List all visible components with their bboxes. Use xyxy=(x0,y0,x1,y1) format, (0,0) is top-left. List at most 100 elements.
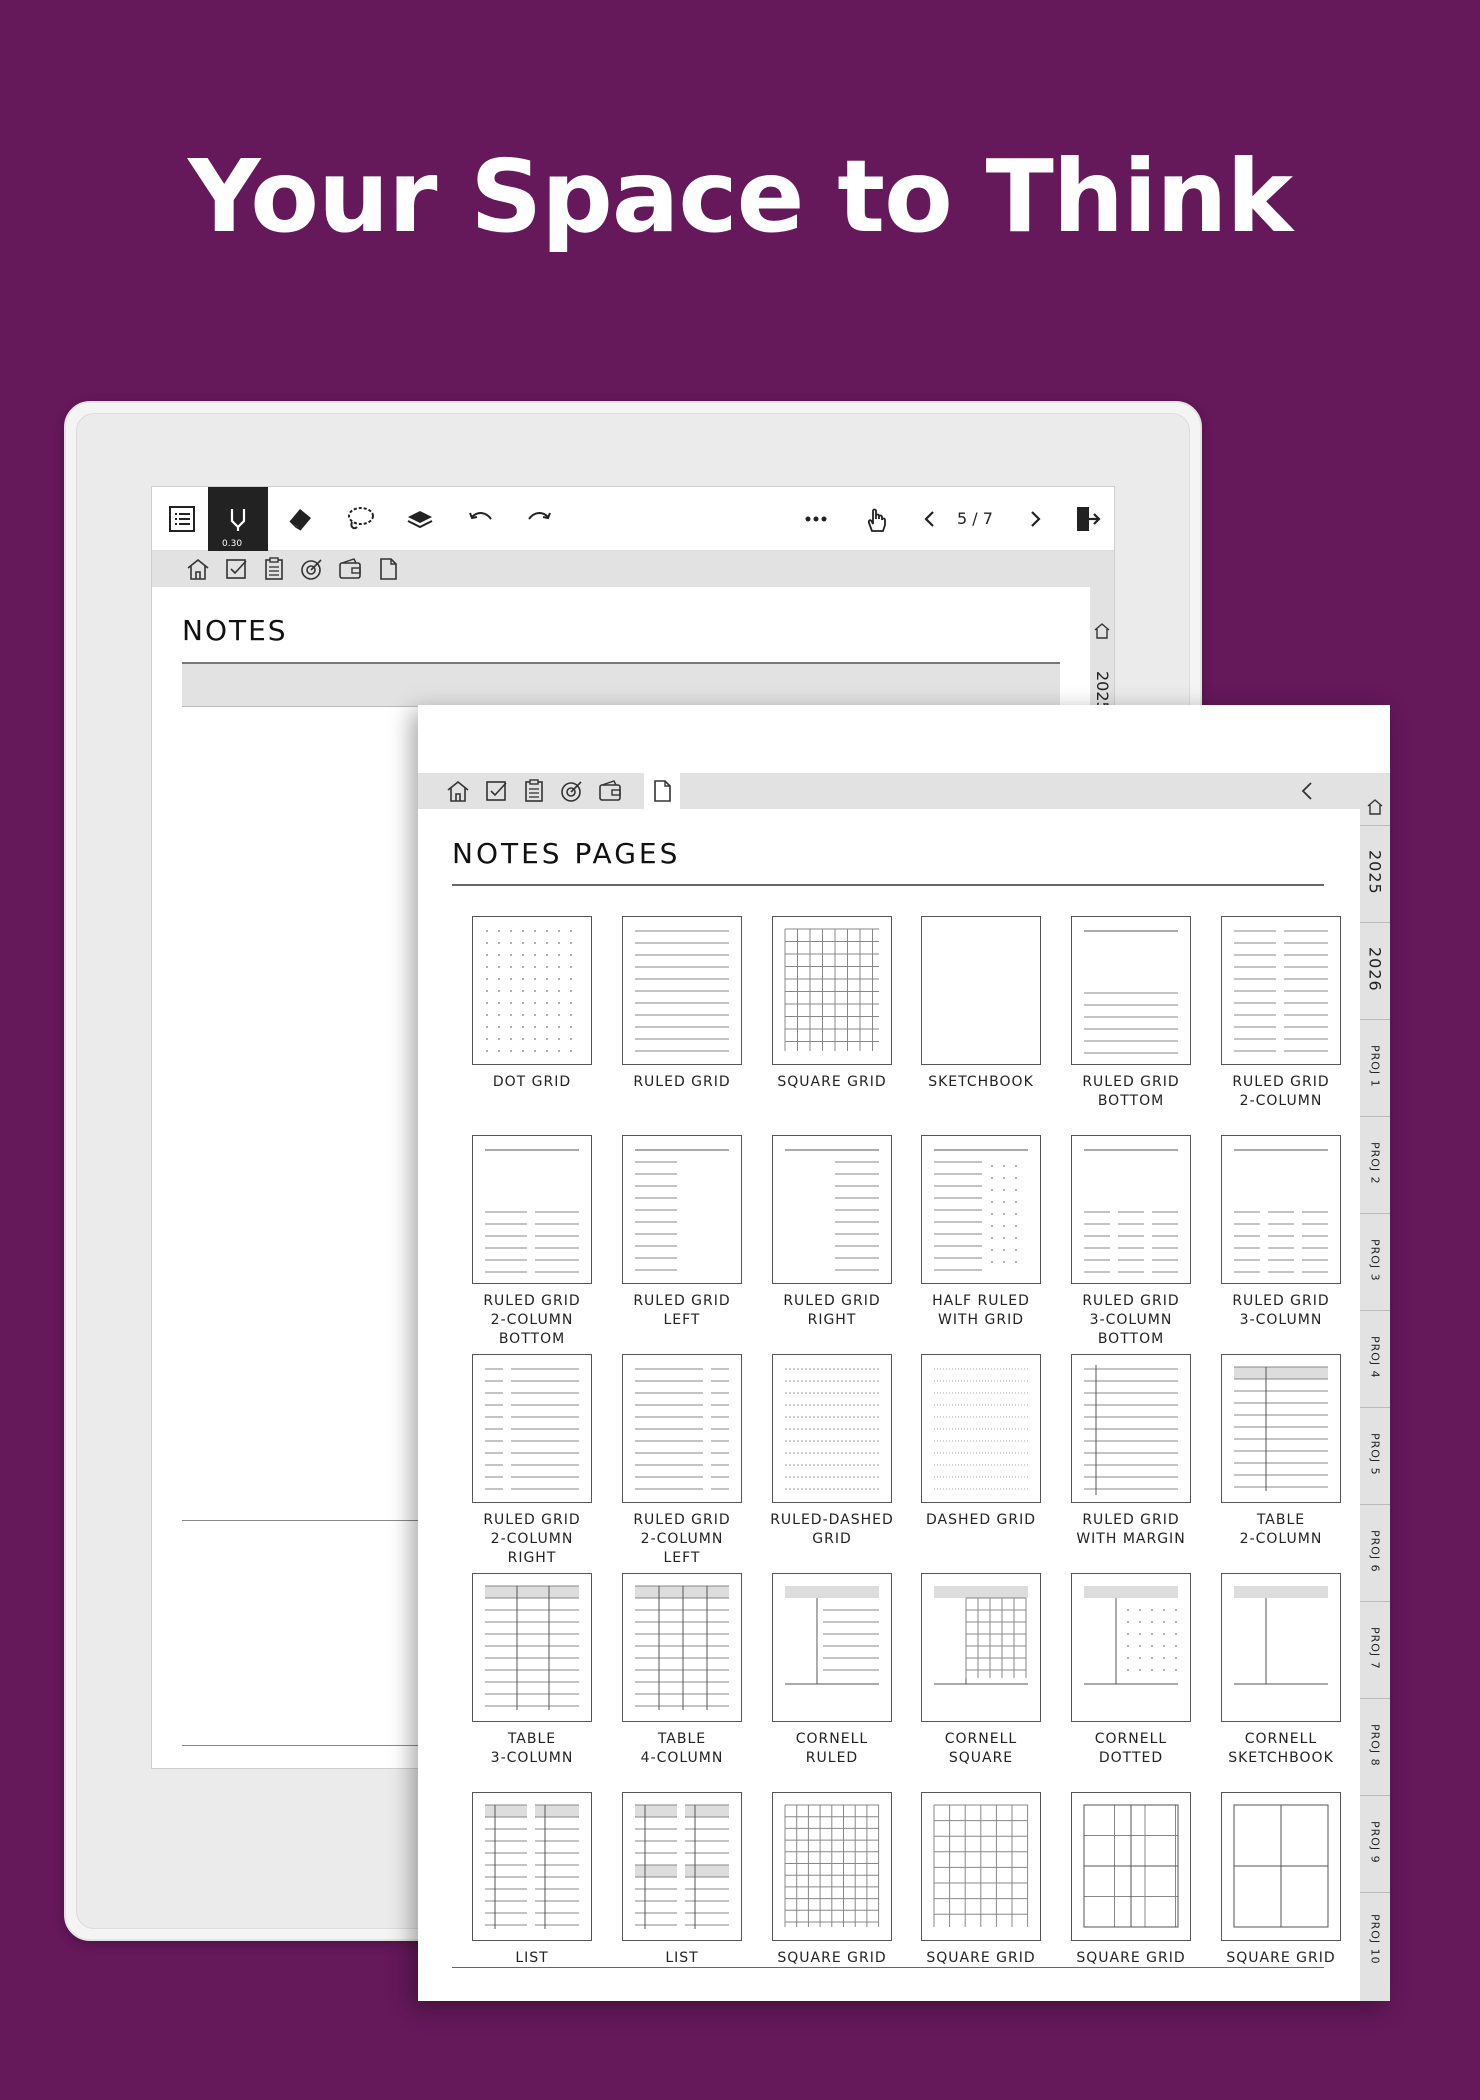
template-thumbnail[interactable] xyxy=(1221,916,1341,1065)
template-card[interactable]: SQUARE GRID xyxy=(772,1792,922,1966)
touch-toggle-button[interactable] xyxy=(846,487,906,551)
more-button[interactable] xyxy=(786,487,846,551)
template-thumbnail[interactable] xyxy=(622,916,742,1065)
template-thumbnail[interactable] xyxy=(472,1135,592,1284)
template-card[interactable]: RULED GRID RIGHT xyxy=(772,1135,922,1345)
next-page-button[interactable] xyxy=(1005,487,1065,551)
template-card[interactable]: HALF RULED WITH GRID xyxy=(921,1135,1071,1345)
template-thumbnail[interactable] xyxy=(472,1354,592,1503)
eraser-button[interactable] xyxy=(270,487,330,551)
template-thumbnail[interactable] xyxy=(472,916,592,1065)
template-card[interactable]: DASHED GRID xyxy=(921,1354,1071,1564)
template-card[interactable]: RULED GRID WITH MARGIN xyxy=(1071,1354,1221,1564)
template-card[interactable]: TABLE 4-COLUMN xyxy=(622,1573,772,1783)
template-card[interactable]: RULED GRID 3-COLUMN BOTTOM xyxy=(1071,1135,1221,1347)
wallet-icon[interactable] xyxy=(596,777,624,805)
side-tab[interactable]: 2025 xyxy=(1360,825,1390,919)
template-thumbnail[interactable] xyxy=(921,1354,1041,1503)
target-icon[interactable] xyxy=(558,777,586,805)
notes-tab-active[interactable] xyxy=(644,773,680,809)
template-card[interactable]: RULED GRID 2-COLUMN BOTTOM xyxy=(472,1135,622,1347)
home-icon[interactable] xyxy=(444,777,472,805)
template-thumbnail[interactable] xyxy=(772,1792,892,1941)
template-thumbnail[interactable] xyxy=(772,1354,892,1503)
template-card[interactable]: RULED GRID 2-COLUMN xyxy=(1221,916,1352,1126)
template-card[interactable]: SQUARE GRID xyxy=(921,1792,1071,1966)
template-card[interactable]: DOT GRID xyxy=(472,916,622,1126)
undo-button[interactable] xyxy=(450,487,510,551)
checkbox-icon[interactable] xyxy=(222,555,250,583)
side-tab[interactable]: PROJ 8 xyxy=(1360,1698,1390,1792)
template-card[interactable]: RULED GRID LEFT xyxy=(622,1135,772,1345)
template-card[interactable]: CORNELL SKETCHBOOK xyxy=(1221,1573,1352,1783)
clipboard-icon[interactable] xyxy=(520,777,548,805)
hand-touch-icon xyxy=(867,508,886,532)
pen-tool-button[interactable]: 0.30 xyxy=(208,487,268,551)
template-thumbnail[interactable] xyxy=(622,1354,742,1503)
template-thumbnail[interactable] xyxy=(921,916,1041,1065)
side-tab[interactable]: 2026 xyxy=(1360,922,1390,1016)
template-thumbnail[interactable] xyxy=(772,1573,892,1722)
side-tab[interactable]: PROJ 10 xyxy=(1360,1892,1390,1986)
target-icon[interactable] xyxy=(298,555,326,583)
template-card[interactable]: TABLE 3-COLUMN xyxy=(472,1573,622,1783)
template-card[interactable]: SQUARE GRID xyxy=(772,916,922,1126)
side-tab[interactable]: PROJ 9 xyxy=(1360,1795,1390,1889)
template-thumbnail[interactable] xyxy=(1071,1135,1191,1284)
toc-button[interactable] xyxy=(152,487,212,551)
template-card[interactable]: CORNELL RULED xyxy=(772,1573,922,1783)
side-tab[interactable]: PROJ 7 xyxy=(1360,1601,1390,1695)
template-card[interactable]: RULED GRID 2-COLUMN RIGHT xyxy=(472,1354,622,1566)
side-tab[interactable]: PROJ 5 xyxy=(1360,1407,1390,1501)
template-card[interactable]: LIST xyxy=(472,1792,622,1966)
page-icon[interactable] xyxy=(374,555,402,583)
template-thumbnail[interactable] xyxy=(622,1573,742,1722)
template-card[interactable]: SKETCHBOOK xyxy=(921,916,1071,1126)
template-card[interactable]: RULED GRID 2-COLUMN LEFT xyxy=(622,1354,772,1566)
clipboard-icon[interactable] xyxy=(260,555,288,583)
template-thumbnail[interactable] xyxy=(921,1135,1041,1284)
template-card[interactable]: CORNELL DOTTED xyxy=(1071,1573,1221,1783)
back-chevron-icon[interactable] xyxy=(1294,777,1322,805)
template-card[interactable]: SQUARE GRID xyxy=(1071,1792,1221,1966)
template-thumbnail[interactable] xyxy=(472,1573,592,1722)
side-tab[interactable]: PROJ 3 xyxy=(1360,1213,1390,1307)
template-card[interactable]: CORNELL SQUARE xyxy=(921,1573,1071,1783)
side-home-icon[interactable] xyxy=(1092,621,1112,641)
redo-button[interactable] xyxy=(510,487,570,551)
template-thumbnail[interactable] xyxy=(1221,1354,1341,1503)
template-thumbnail[interactable] xyxy=(772,1135,892,1284)
checkbox-icon[interactable] xyxy=(482,777,510,805)
template-thumbnail[interactable] xyxy=(772,916,892,1065)
template-thumbnail[interactable] xyxy=(622,1792,742,1941)
layers-button[interactable] xyxy=(390,487,450,551)
template-thumbnail[interactable] xyxy=(1071,1573,1191,1722)
side-tab[interactable]: PROJ 6 xyxy=(1360,1504,1390,1598)
template-card[interactable]: RULED GRID BOTTOM xyxy=(1071,916,1221,1126)
exit-button[interactable] xyxy=(1057,487,1114,551)
template-thumbnail[interactable] xyxy=(1071,916,1191,1065)
template-card[interactable]: SQUARE GRID xyxy=(1221,1792,1352,1966)
template-card[interactable]: LIST xyxy=(622,1792,772,1966)
side-tab[interactable]: PROJ 1 xyxy=(1360,1019,1390,1113)
template-thumbnail[interactable] xyxy=(1221,1135,1341,1284)
home-icon[interactable] xyxy=(184,555,212,583)
template-thumbnail[interactable] xyxy=(921,1573,1041,1722)
template-thumbnail[interactable] xyxy=(921,1792,1041,1941)
template-card[interactable]: RULED-DASHED GRID xyxy=(770,1354,922,1564)
template-thumbnail[interactable] xyxy=(1221,1792,1341,1941)
template-preview-graphic xyxy=(635,1585,729,1710)
template-card[interactable]: RULED GRID 3-COLUMN xyxy=(1221,1135,1352,1345)
template-card[interactable]: RULED GRID xyxy=(622,916,772,1126)
template-thumbnail[interactable] xyxy=(1221,1573,1341,1722)
template-thumbnail[interactable] xyxy=(622,1135,742,1284)
template-thumbnail[interactable] xyxy=(1071,1792,1191,1941)
wallet-icon[interactable] xyxy=(336,555,364,583)
side-tab[interactable]: PROJ 4 xyxy=(1360,1310,1390,1404)
template-thumbnail[interactable] xyxy=(1071,1354,1191,1503)
side-home-icon[interactable] xyxy=(1365,797,1385,817)
side-tab[interactable]: PROJ 2 xyxy=(1360,1116,1390,1210)
template-card[interactable]: TABLE 2-COLUMN xyxy=(1221,1354,1352,1564)
lasso-button[interactable] xyxy=(330,487,390,551)
template-thumbnail[interactable] xyxy=(472,1792,592,1941)
